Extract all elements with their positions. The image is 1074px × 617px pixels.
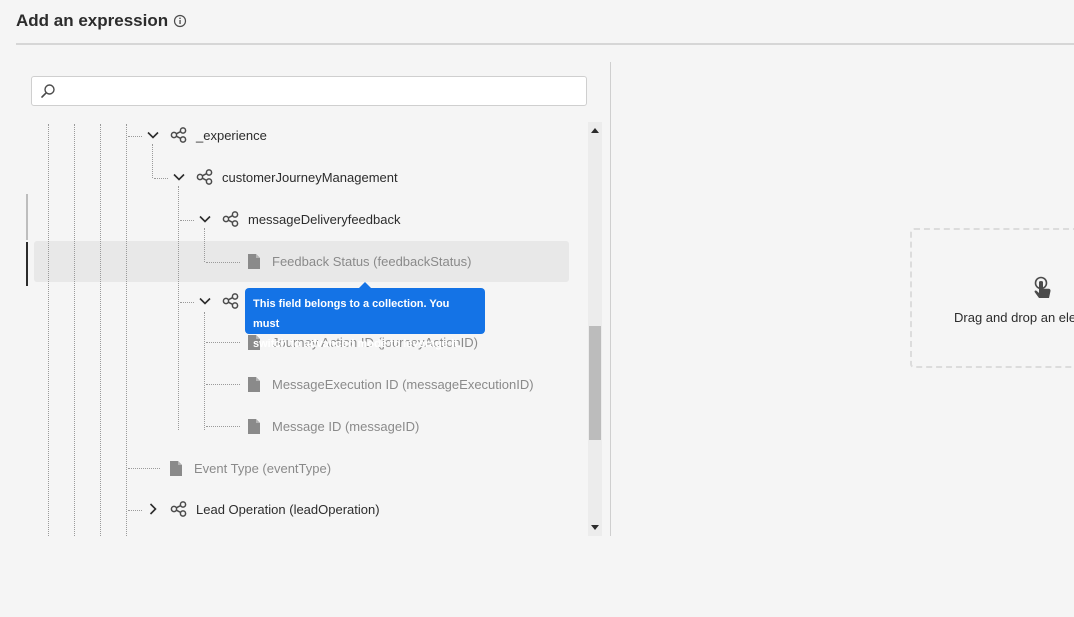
header: Add an expression: [16, 9, 187, 33]
title-divider: [16, 43, 1074, 45]
tree-node-label: Feedback Status (feedbackStatus): [272, 253, 472, 269]
tree-connector: [180, 220, 194, 221]
tree-guide-line: [48, 124, 49, 536]
tree-scrollbar[interactable]: [588, 122, 602, 536]
page-title: Add an expression: [16, 11, 169, 30]
tree-guide-line: [152, 144, 153, 178]
tree-field-message-id[interactable]: Message ID (messageID): [248, 412, 419, 440]
schema-object-icon: [170, 127, 188, 143]
tree-guide-line: [178, 186, 179, 430]
tree-connector: [128, 136, 142, 137]
tree-guide-line: [100, 124, 101, 536]
chevron-right-icon[interactable]: [146, 502, 160, 516]
chevron-down-icon[interactable]: [198, 294, 212, 308]
tooltip-line: switch to advanced mode to leverage it.: [253, 338, 461, 350]
tree-node-experience[interactable]: _experience: [146, 121, 267, 149]
tree-node-label: _experience: [196, 127, 267, 143]
field-file-icon: [170, 460, 182, 476]
tree-node-label: Lead Operation (leadOperation): [196, 501, 380, 517]
tree-connector: [154, 178, 168, 179]
tree-field-event-type[interactable]: Event Type (eventType): [170, 454, 331, 482]
tree-connector: [206, 342, 240, 343]
tree-node-lead-operation[interactable]: Lead Operation (leadOperation): [146, 495, 380, 523]
chevron-down-icon[interactable]: [146, 128, 160, 142]
search-input[interactable]: [62, 77, 586, 107]
tree-node-label: Event Type (eventType): [194, 460, 332, 476]
tree-guide-line: [204, 228, 205, 262]
tree-node-customer-journey-management[interactable]: customerJourneyManagement: [172, 163, 398, 191]
tree-connector: [128, 510, 142, 511]
expression-drop-zone[interactable]: Drag and drop an ele: [910, 228, 1074, 368]
field-file-icon: [248, 376, 260, 392]
tree-guide-line: [74, 124, 75, 536]
tree-node-label: messageDeliveryfeedback: [248, 211, 401, 227]
tree-connector: [180, 302, 194, 303]
tree-connector: [206, 262, 240, 263]
drop-zone-text: Drag and drop an ele: [954, 310, 1074, 325]
schema-object-icon: [170, 501, 188, 517]
tree-connector: [128, 468, 160, 469]
search-icon: [40, 83, 56, 99]
tree-node-label: customerJourneyManagement: [222, 169, 398, 185]
collection-tooltip: This field belongs to a collection. You …: [245, 288, 485, 350]
panel-divider: [610, 62, 611, 536]
scroll-up-arrow-icon[interactable]: [591, 128, 599, 133]
chevron-down-icon[interactable]: [198, 212, 212, 226]
tree-connector: [206, 384, 240, 385]
tooltip-line: This field belongs to a collection. You …: [253, 298, 450, 330]
touch-hand-icon: [1032, 276, 1054, 302]
scroll-down-arrow-icon[interactable]: [591, 525, 599, 530]
schema-object-icon: [196, 169, 214, 185]
tree-node-label: MessageExecution ID (messageExecutionID): [272, 376, 534, 392]
tree-guide-line: [126, 124, 127, 536]
info-icon[interactable]: [173, 14, 187, 28]
schema-object-icon: [222, 211, 240, 227]
chevron-down-icon[interactable]: [172, 170, 186, 184]
search-field[interactable]: [31, 76, 587, 107]
field-file-icon: [248, 418, 260, 434]
tree-connector: [206, 426, 240, 427]
tree-node-message-delivery-feedback[interactable]: messageDeliveryfeedback: [198, 205, 400, 233]
tree-field-message-execution-id[interactable]: MessageExecution ID (messageExecutionID): [248, 370, 534, 398]
tree-node-label: Message ID (messageID): [272, 418, 420, 434]
field-file-icon: [248, 253, 260, 269]
tree-guide-line: [204, 312, 205, 430]
tree-field-feedback-status[interactable]: Feedback Status (feedbackStatus): [248, 247, 471, 275]
scroll-thumb[interactable]: [589, 326, 601, 440]
schema-object-icon: [222, 293, 240, 309]
